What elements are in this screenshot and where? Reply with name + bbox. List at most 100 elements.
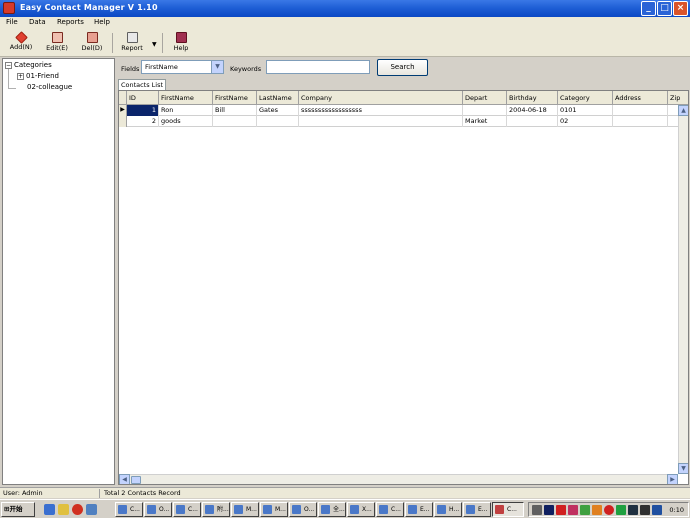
app-icon[interactable] — [3, 2, 15, 14]
close-button[interactable]: × — [673, 1, 688, 16]
tree-item-friend[interactable]: +01-Friend — [17, 72, 59, 80]
taskbar-task[interactable]: M... — [260, 502, 288, 517]
chevron-down-icon[interactable]: ▼ — [211, 61, 223, 73]
maximize-button[interactable]: □ — [657, 1, 672, 16]
task-label: E... — [478, 506, 488, 513]
expand-icon[interactable]: + — [17, 72, 24, 80]
taskbar-task[interactable]: 附... — [202, 502, 230, 517]
taskbar-task[interactable]: H... — [434, 502, 462, 517]
taskbar-task[interactable]: E... — [463, 502, 491, 517]
scroll-thumb[interactable] — [131, 476, 141, 484]
taskbar-task[interactable]: O... — [144, 502, 172, 517]
scroll-down-icon[interactable]: ▼ — [678, 463, 688, 474]
column-header[interactable]: Address — [613, 91, 668, 105]
taskbar-task[interactable]: O... — [289, 502, 317, 517]
tray-app-icon[interactable] — [604, 505, 614, 515]
table-row[interactable]: 2 goods Market 02 — [119, 116, 688, 127]
column-header[interactable]: ID — [127, 91, 159, 105]
column-header[interactable]: Depart — [463, 91, 507, 105]
taskbar-task[interactable]: E... — [405, 502, 433, 517]
column-header[interactable]: Company — [299, 91, 463, 105]
table-cell[interactable]: goods — [159, 116, 213, 127]
table-cell[interactable] — [213, 116, 257, 127]
column-header[interactable]: FirstName — [159, 91, 213, 105]
scroll-up-icon[interactable]: ▲ — [678, 105, 688, 116]
clock[interactable]: 0:10 — [669, 506, 684, 514]
column-header[interactable]: LastName — [257, 91, 299, 105]
start-button[interactable]: ⊞开始 — [1, 502, 35, 517]
tray-app-icon[interactable] — [580, 505, 590, 515]
table-cell[interactable]: 02 — [558, 116, 613, 127]
menu-data[interactable]: Data — [29, 18, 46, 26]
tray-app-icon[interactable] — [592, 505, 602, 515]
table-cell[interactable] — [613, 105, 668, 116]
scroll-left-icon[interactable]: ◀ — [119, 474, 130, 484]
menu-reports[interactable]: Reports — [57, 18, 84, 26]
vertical-scrollbar[interactable]: ▲ ▼ — [678, 105, 688, 474]
column-header[interactable]: Zip — [668, 91, 688, 105]
column-header[interactable]: Birthday — [507, 91, 558, 105]
app-shortcut-icon[interactable] — [72, 504, 83, 515]
taskbar-task[interactable]: X... — [347, 502, 375, 517]
table-cell[interactable]: Ron — [159, 105, 213, 116]
desktop-icon[interactable] — [86, 504, 97, 515]
add-label: Add(N) — [9, 43, 33, 51]
table-cell[interactable] — [299, 116, 463, 127]
k-icon[interactable] — [556, 505, 566, 515]
search-button[interactable]: Search — [377, 59, 428, 76]
menu-help[interactable]: Help — [94, 18, 110, 26]
taskbar-task-active[interactable]: C... — [492, 502, 524, 517]
minimize-button[interactable]: _ — [641, 1, 656, 16]
table-cell[interactable]: ssssssssssssssssss — [299, 105, 463, 116]
tree-item-colleague[interactable]: 02-colleague — [27, 83, 72, 91]
collapse-icon[interactable]: − — [5, 61, 12, 69]
table-cell[interactable]: 0101 — [558, 105, 613, 116]
taskbar-task[interactable]: C... — [376, 502, 404, 517]
help-button[interactable]: Help — [166, 31, 196, 55]
contacts-grid[interactable]: ID FirstName FirstName LastName Company … — [118, 90, 689, 485]
table-cell[interactable] — [257, 116, 299, 127]
tray-app-icon[interactable] — [640, 505, 650, 515]
column-header[interactable]: Category — [558, 91, 613, 105]
tree-root[interactable]: − Categories — [5, 61, 52, 69]
fields-select[interactable]: FirstName ▼ — [141, 60, 224, 74]
add-button[interactable]: Add(N) — [6, 31, 36, 55]
keywords-input[interactable] — [266, 60, 370, 74]
table-cell[interactable] — [613, 116, 668, 127]
table-cell[interactable]: 2004-06-18 — [507, 105, 558, 116]
table-cell[interactable] — [463, 105, 507, 116]
tab-contacts-list[interactable]: Contacts List — [118, 79, 166, 90]
task-label: M... — [246, 506, 257, 513]
taskbar-task[interactable]: M... — [231, 502, 259, 517]
tray-app-icon[interactable] — [628, 505, 638, 515]
report-dropdown-icon[interactable]: ▼ — [152, 41, 157, 48]
taskbar-task[interactable]: C... — [173, 502, 201, 517]
table-cell[interactable] — [507, 116, 558, 127]
tray-app-icon[interactable] — [568, 505, 578, 515]
delete-label: Del(D) — [81, 44, 103, 52]
volume-icon[interactable] — [532, 505, 542, 515]
edit-button[interactable]: Edit(E) — [42, 31, 72, 55]
task-label: X... — [362, 506, 372, 513]
table-row[interactable]: ▶ 1 Ron Bill Gates ssssssssssssssssss 20… — [119, 105, 688, 116]
table-cell[interactable]: Gates — [257, 105, 299, 116]
network-icon[interactable] — [544, 505, 554, 515]
table-cell[interactable]: Market — [463, 116, 507, 127]
tray-app-icon[interactable] — [652, 505, 662, 515]
table-cell[interactable]: Bill — [213, 105, 257, 116]
tray-app-icon[interactable] — [616, 505, 626, 515]
taskbar-task[interactable]: C... — [115, 502, 143, 517]
menu-file[interactable]: File — [6, 18, 18, 26]
ie-icon[interactable] — [44, 504, 55, 515]
table-cell[interactable]: 1 — [127, 105, 159, 116]
column-header[interactable]: FirstName — [213, 91, 257, 105]
horizontal-scrollbar[interactable]: ◀ ▶ — [119, 474, 678, 484]
delete-button[interactable]: Del(D) — [77, 31, 107, 55]
folder-icon[interactable] — [58, 504, 69, 515]
scroll-right-icon[interactable]: ▶ — [667, 474, 678, 484]
task-label: M... — [275, 506, 286, 513]
table-cell[interactable]: 2 — [127, 116, 159, 127]
report-button[interactable]: Report — [117, 31, 147, 55]
taskbar-task[interactable]: 全... — [318, 502, 346, 517]
category-tree[interactable]: − Categories +01-Friend 02-colleague — [2, 58, 115, 485]
